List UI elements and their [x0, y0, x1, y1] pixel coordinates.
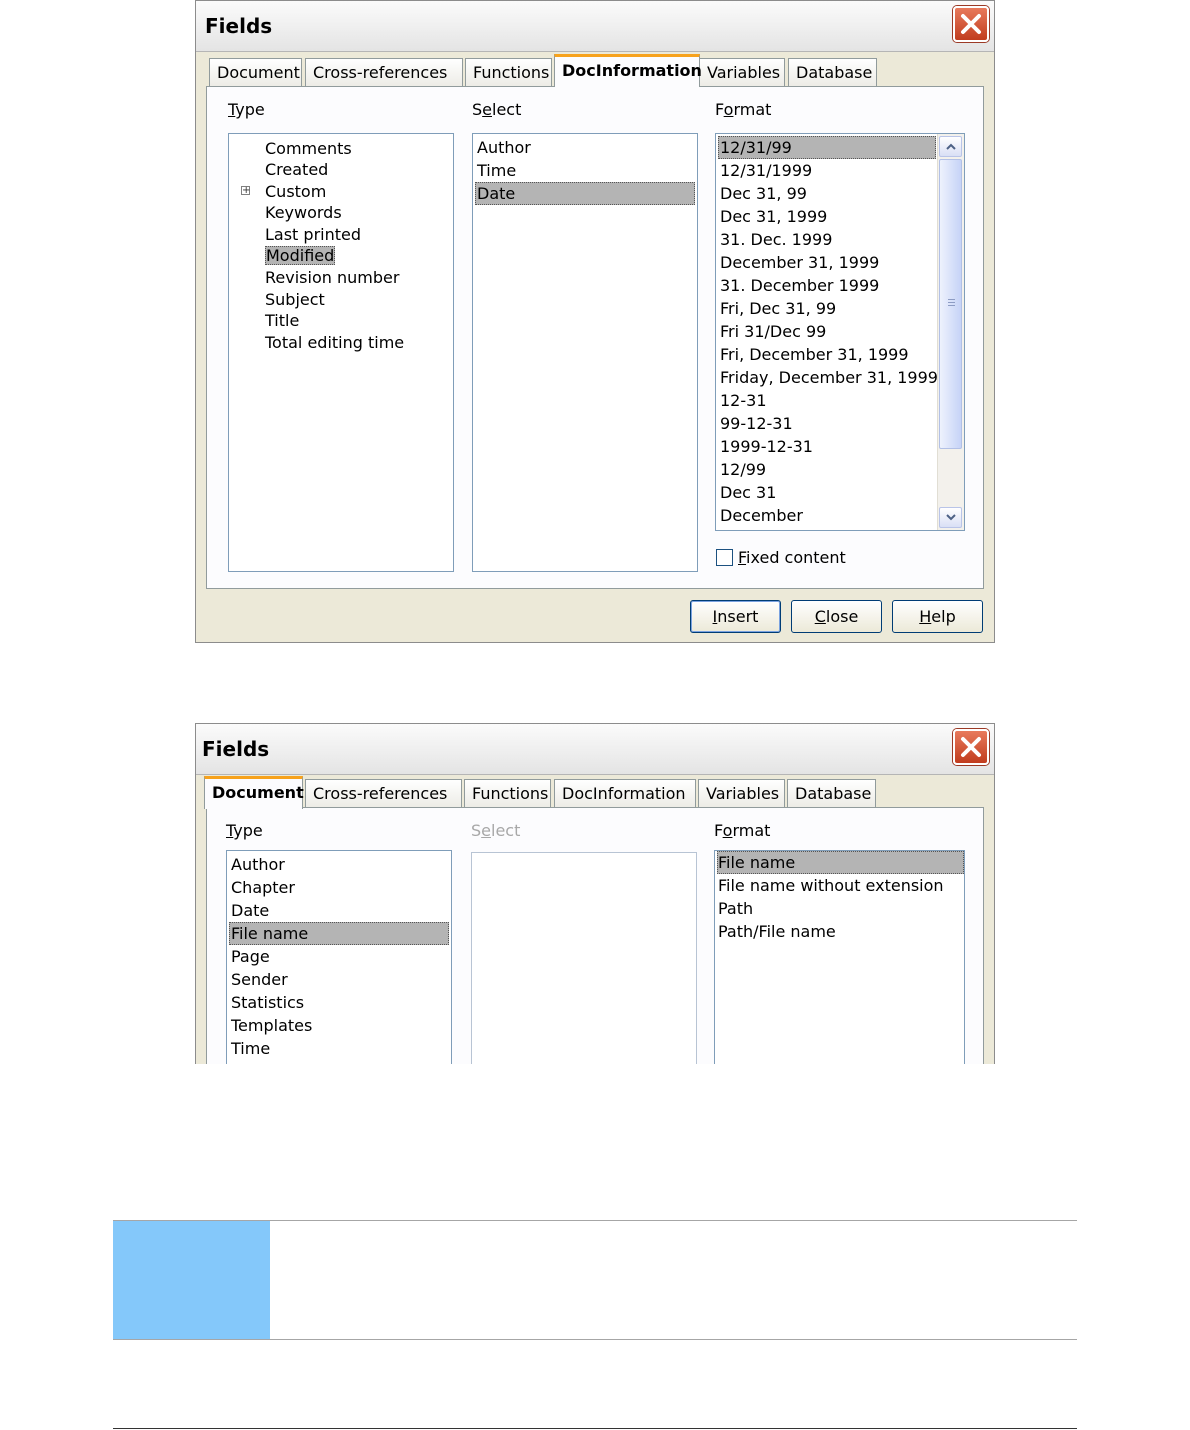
type-list[interactable]: Author Chapter Date File name Page Sende… [226, 850, 452, 1064]
close-icon [961, 14, 981, 34]
format-item[interactable]: 12/99 [718, 458, 766, 481]
type-item-chapter[interactable]: Chapter [229, 876, 449, 899]
tab-functions[interactable]: Functions [464, 779, 551, 808]
tab-document[interactable]: Document [209, 58, 302, 87]
scroll-down-button[interactable] [939, 507, 962, 528]
note-bottom-rule [113, 1339, 1077, 1340]
tab-database[interactable]: Database [788, 58, 877, 87]
select-list[interactable]: Author Time Date [472, 133, 698, 572]
tree-item-total-editing-time[interactable]: Total editing time [229, 331, 404, 354]
type-item-page[interactable]: Page [229, 945, 449, 968]
scroll-down-arrow-icon [946, 514, 956, 521]
format-item[interactable]: 12/31/99 [718, 136, 936, 159]
format-item[interactable]: 12-31 [718, 389, 767, 412]
title-bar[interactable]: Fields [196, 1, 994, 52]
select-label: Select [472, 100, 522, 119]
select-item-time[interactable]: Time [475, 159, 695, 182]
tree-item-comments[interactable]: Comments [229, 137, 352, 160]
close-icon [961, 737, 981, 757]
format-item[interactable]: Dec 31, 99 [718, 182, 807, 205]
tree-item-custom[interactable]: Custom [229, 180, 326, 203]
tab-database[interactable]: Database [787, 779, 876, 808]
dialog-title: Fields [205, 14, 273, 38]
format-scrollbar[interactable] [937, 134, 964, 530]
type-item-file-name[interactable]: File name [229, 922, 449, 945]
scroll-up-arrow-icon [946, 143, 956, 150]
type-item-author[interactable]: Author [229, 853, 449, 876]
format-item[interactable]: Friday, December 31, 1999 [718, 366, 938, 389]
tab-functions[interactable]: Functions [465, 58, 552, 87]
tab-docinformation[interactable]: DocInformation [554, 779, 696, 808]
tab-docinformation[interactable]: DocInformation [554, 54, 702, 87]
format-item[interactable]: File name without extension [717, 874, 944, 897]
title-bar[interactable]: Fields [196, 724, 994, 775]
scroll-up-button[interactable] [939, 136, 962, 157]
close-button[interactable]: Close [791, 600, 882, 633]
format-item[interactable]: 31. Dec. 1999 [718, 228, 832, 251]
select-item-date[interactable]: Date [475, 182, 695, 205]
tab-document[interactable]: Document [204, 776, 304, 809]
note-sidebar [113, 1221, 270, 1340]
type-label: Type [228, 100, 265, 119]
format-list[interactable]: 12/31/99 12/31/1999 Dec 31, 99 Dec 31, 1… [715, 133, 965, 531]
tab-panel: Type Select Format Comments Created + Cu… [206, 86, 984, 589]
tree-item-keywords[interactable]: Keywords [229, 201, 342, 224]
format-label: Format [714, 821, 771, 840]
tab-panel: Type Select Format Author Chapter Date F… [206, 807, 984, 1064]
type-label: Type [226, 821, 263, 840]
format-item[interactable]: Fri, December 31, 1999 [718, 343, 909, 366]
type-tree[interactable]: Comments Created + Custom Keywords Last … [228, 133, 454, 572]
format-label: Format [715, 100, 772, 119]
format-item[interactable]: 12/31/1999 [718, 159, 812, 182]
format-item[interactable]: Path [717, 897, 753, 920]
format-item[interactable]: December [718, 504, 803, 527]
format-item[interactable]: Dec 31 [718, 481, 776, 504]
format-item[interactable]: 31. December 1999 [718, 274, 879, 297]
tree-item-title[interactable]: Title [229, 309, 299, 332]
tab-cross-references[interactable]: Cross-references [305, 58, 463, 87]
type-item-sender[interactable]: Sender [229, 968, 449, 991]
tree-item-subject[interactable]: Subject [229, 288, 325, 311]
format-item[interactable]: 1999-12-31 [718, 435, 813, 458]
type-item-templates[interactable]: Templates [229, 1014, 449, 1037]
page-footer-rule [113, 1428, 1077, 1429]
fields-dialog-docinformation: Fields Document Cross-references Functio… [195, 0, 995, 643]
tab-variables[interactable]: Variables [698, 779, 785, 808]
dialog-title: Fields [202, 737, 270, 761]
close-window-button[interactable] [953, 6, 989, 42]
select-label: Select [471, 821, 521, 840]
close-window-button[interactable] [953, 729, 989, 765]
fields-dialog-document: Fields Document Cross-references Functio… [195, 723, 995, 1064]
fixed-content-label[interactable]: Fixed content [738, 548, 846, 567]
type-item-statistics[interactable]: Statistics [229, 991, 449, 1014]
tree-item-created[interactable]: Created [229, 158, 328, 181]
tree-item-modified[interactable]: Modified [265, 244, 336, 267]
insert-button[interactable]: Insert [690, 600, 781, 633]
type-item-date[interactable]: Date [229, 899, 449, 922]
format-item[interactable]: Path/File name [717, 920, 836, 943]
format-item[interactable]: Fri 31/Dec 99 [718, 320, 826, 343]
type-item-time[interactable]: Time [229, 1037, 449, 1060]
scroll-thumb[interactable] [939, 159, 962, 449]
help-button[interactable]: Help [892, 600, 983, 633]
format-item[interactable]: File name [717, 851, 964, 874]
tree-item-revision-number[interactable]: Revision number [229, 266, 399, 289]
tab-cross-references[interactable]: Cross-references [305, 779, 462, 808]
fixed-content-checkbox[interactable] [716, 549, 733, 566]
format-list[interactable]: File name File name without extension Pa… [714, 850, 965, 1064]
tree-item-last-printed[interactable]: Last printed [229, 223, 361, 246]
select-item-author[interactable]: Author [475, 136, 695, 159]
select-list [471, 852, 697, 1064]
format-item[interactable]: December 31, 1999 [718, 251, 879, 274]
format-item[interactable]: Dec 31, 1999 [718, 205, 827, 228]
format-item[interactable]: Fri, Dec 31, 99 [718, 297, 836, 320]
format-item[interactable]: 99-12-31 [718, 412, 793, 435]
scroll-grip-icon [948, 299, 955, 307]
tab-variables[interactable]: Variables [699, 58, 785, 87]
